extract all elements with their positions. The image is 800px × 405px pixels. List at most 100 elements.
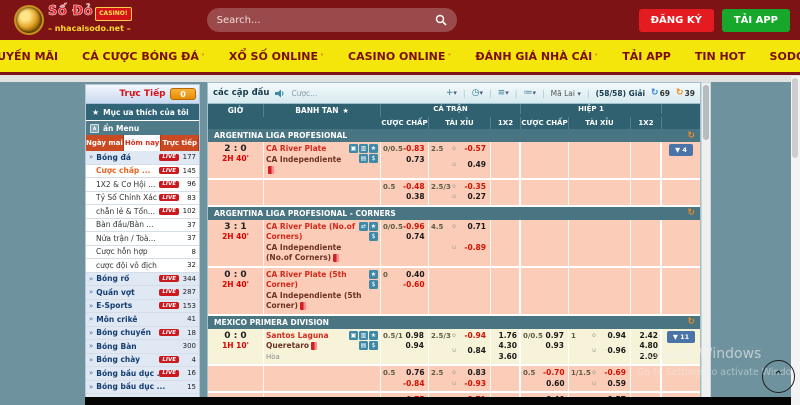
odds-value[interactable]: 1.76 [493, 331, 517, 342]
home-team[interactable]: CA River Plate (5th Corner) [266, 270, 367, 291]
sidebar-item[interactable]: »Bóng bầu dục ...15 [86, 381, 199, 395]
odds-value[interactable]: 0.76 [403, 368, 425, 379]
odds-value[interactable]: 4.80 [633, 341, 658, 352]
nav-item-4[interactable]: ĐÁNH GIÁ NHÀ CÁI˅ [475, 50, 598, 63]
nav-item-3[interactable]: CASINO ONLINE˅ [348, 50, 451, 63]
odds-value[interactable]: 0.71 [459, 222, 486, 233]
odds-value[interactable]: 0.98 [403, 331, 424, 342]
tab-ngày-mai[interactable]: Ngày mai [86, 135, 124, 151]
away-team[interactable]: CA Independiente (5th Corner) [266, 291, 367, 312]
odds-value[interactable]: 0.94 [403, 341, 424, 352]
chart-icon[interactable]: ▥ [359, 144, 368, 153]
download-app-button[interactable]: TẢI APP [722, 9, 790, 32]
league-header[interactable]: ARGENTINA LIGA PROFESIONAL↻ [208, 129, 700, 142]
more-bets-button[interactable]: ▼ 11 [667, 331, 695, 343]
odds-value[interactable]: 0.49 [459, 160, 486, 171]
page-scrollbar[interactable] [791, 76, 800, 405]
chart-icon[interactable]: ▥ [359, 331, 368, 340]
scroll-top-button[interactable]: ⌃ [762, 360, 795, 393]
sidebar-item[interactable]: »Bóng Bàn300 [86, 340, 199, 354]
nav-item-5[interactable]: TẢI APP [622, 50, 671, 63]
odds-value[interactable]: 2.42 [633, 331, 658, 342]
speaker-icon[interactable] [275, 89, 285, 98]
league-header[interactable]: ARGENTINA LIGA PROFESIONAL - CORNERS↻ [208, 207, 700, 220]
stats-card-icon[interactable] [300, 302, 306, 310]
table-scroll-thumb[interactable] [703, 85, 709, 140]
sidebar-item[interactable]: »Môn crikê41 [86, 313, 199, 327]
odds-value[interactable]: -0.57 [459, 144, 486, 155]
bet-slip-label[interactable]: Cược... [291, 89, 317, 98]
away-team[interactable]: Queretaro [266, 341, 347, 352]
sidebar-item[interactable]: 1X2 & Cơ Hội ...LIVE96 [86, 178, 199, 192]
sidebar-item[interactable]: »Quần vợtLIVE287 [86, 286, 199, 300]
sort-icon[interactable]: ≡▾ [498, 88, 509, 98]
clock-icon[interactable]: ◷▾ [472, 88, 483, 98]
stats-card-icon[interactable] [311, 342, 317, 350]
odds-value[interactable]: 0.59 [599, 379, 626, 390]
star-icon[interactable]: ★ [369, 144, 378, 153]
odds-value[interactable]: -0.94 [459, 331, 486, 342]
odds-value[interactable]: -0.48 [403, 182, 425, 193]
sidebar-item[interactable]: »Bóng chàyLIVE4 [86, 354, 199, 368]
odds-value[interactable]: 2.09 [633, 352, 658, 363]
refresh-orange[interactable]: ↻39 [676, 88, 695, 98]
register-button[interactable]: ĐĂNG KÝ [639, 9, 714, 32]
nav-item-7[interactable]: SODO66 [770, 50, 800, 63]
tv-icon[interactable]: ▣ [349, 144, 358, 153]
odds-value[interactable]: 0.84 [459, 346, 486, 357]
dollar-icon[interactable]: $ [369, 232, 378, 241]
star-icon[interactable]: ★ [369, 222, 378, 231]
nav-item-0[interactable]: KHUYẾN MÃI [0, 50, 58, 63]
site-logo[interactable]: Số Đỏ CASINO! – nhacaisodo.net – [14, 5, 132, 35]
odds-value[interactable]: 0.73 [403, 155, 425, 166]
refresh-blue[interactable]: ↻69 [651, 88, 670, 98]
stats-card-icon[interactable] [268, 166, 274, 174]
sidebar-item[interactable]: Tỷ Số Chính XácLIVE83 [86, 192, 199, 206]
odds-value[interactable]: 0.94 [599, 331, 626, 342]
odds-value[interactable]: -0.83 [403, 144, 425, 155]
swap-icon[interactable]: ⇄ [359, 222, 368, 231]
sidebar-item[interactable]: »Bóng bầu dục ...LIVE16 [86, 367, 199, 381]
odds-value[interactable]: 0.96 [599, 346, 626, 357]
tab-trực-tiếp[interactable]: Trực tiếp [161, 135, 199, 151]
away-team[interactable]: CA Independiente (No.of Corners) [266, 243, 357, 264]
odds-value[interactable]: 0.93 [543, 341, 564, 352]
sidebar-item[interactable]: »Bóng rổLIVE344 [86, 273, 199, 287]
odds-value[interactable]: -0.69 [599, 368, 626, 379]
odds-value[interactable]: 3.60 [493, 352, 517, 363]
odds-value[interactable]: 4.30 [493, 341, 517, 352]
dollar-icon[interactable]: $ [369, 341, 378, 350]
refresh-icon[interactable]: ↻ [687, 131, 695, 141]
sidebar-item[interactable]: »Bóng đáLIVE177 [86, 151, 199, 165]
dollar-icon[interactable]: $ [369, 280, 378, 289]
odds-value[interactable]: -0.93 [459, 379, 486, 390]
odds-value[interactable]: -0.96 [403, 222, 425, 233]
table-scrollbar[interactable] [701, 82, 711, 405]
stats-card-icon[interactable] [333, 254, 339, 262]
book-icon[interactable]: ▤ [359, 341, 368, 350]
home-team[interactable]: CA River Plate [266, 144, 347, 155]
star-icon[interactable]: ★ [343, 107, 349, 115]
refresh-icon[interactable]: ↻ [687, 208, 695, 218]
odds-value[interactable]: 0.74 [403, 232, 425, 243]
nav-item-1[interactable]: CÁ CƯỢC BÓNG ĐÁ˅ [82, 50, 205, 63]
add-icon[interactable]: +▾ [446, 88, 457, 98]
star-icon[interactable]: ★ [369, 331, 378, 340]
odds-value[interactable]: 0.97 [543, 331, 564, 342]
star-icon[interactable]: ★ [369, 270, 378, 279]
nav-item-6[interactable]: TIN HOT [695, 50, 746, 63]
odds-value[interactable]: 0.83 [459, 368, 486, 379]
odds-value[interactable]: -0.84 [403, 379, 425, 390]
search-bar[interactable] [207, 8, 457, 32]
odds-value[interactable]: -0.35 [459, 182, 486, 193]
odds-value[interactable]: 0.40 [403, 270, 425, 281]
league-header[interactable]: MEXICO PRIMERA DIVISION↻ [208, 316, 700, 329]
home-team[interactable]: Santos Laguna [266, 331, 347, 342]
search-input[interactable] [217, 15, 435, 26]
odds-value[interactable]: 0.27 [459, 192, 486, 203]
favorites-bar[interactable]: ★ Mục ưa thích của tôi [86, 104, 199, 121]
tab-hôm-nay[interactable]: Hôm nay [124, 135, 162, 151]
odds-value[interactable]: 0.60 [543, 379, 565, 390]
sidebar-item[interactable]: Cược hỗn hợp8 [86, 246, 199, 260]
view-list-icon[interactable]: ≔▾ [523, 88, 536, 98]
